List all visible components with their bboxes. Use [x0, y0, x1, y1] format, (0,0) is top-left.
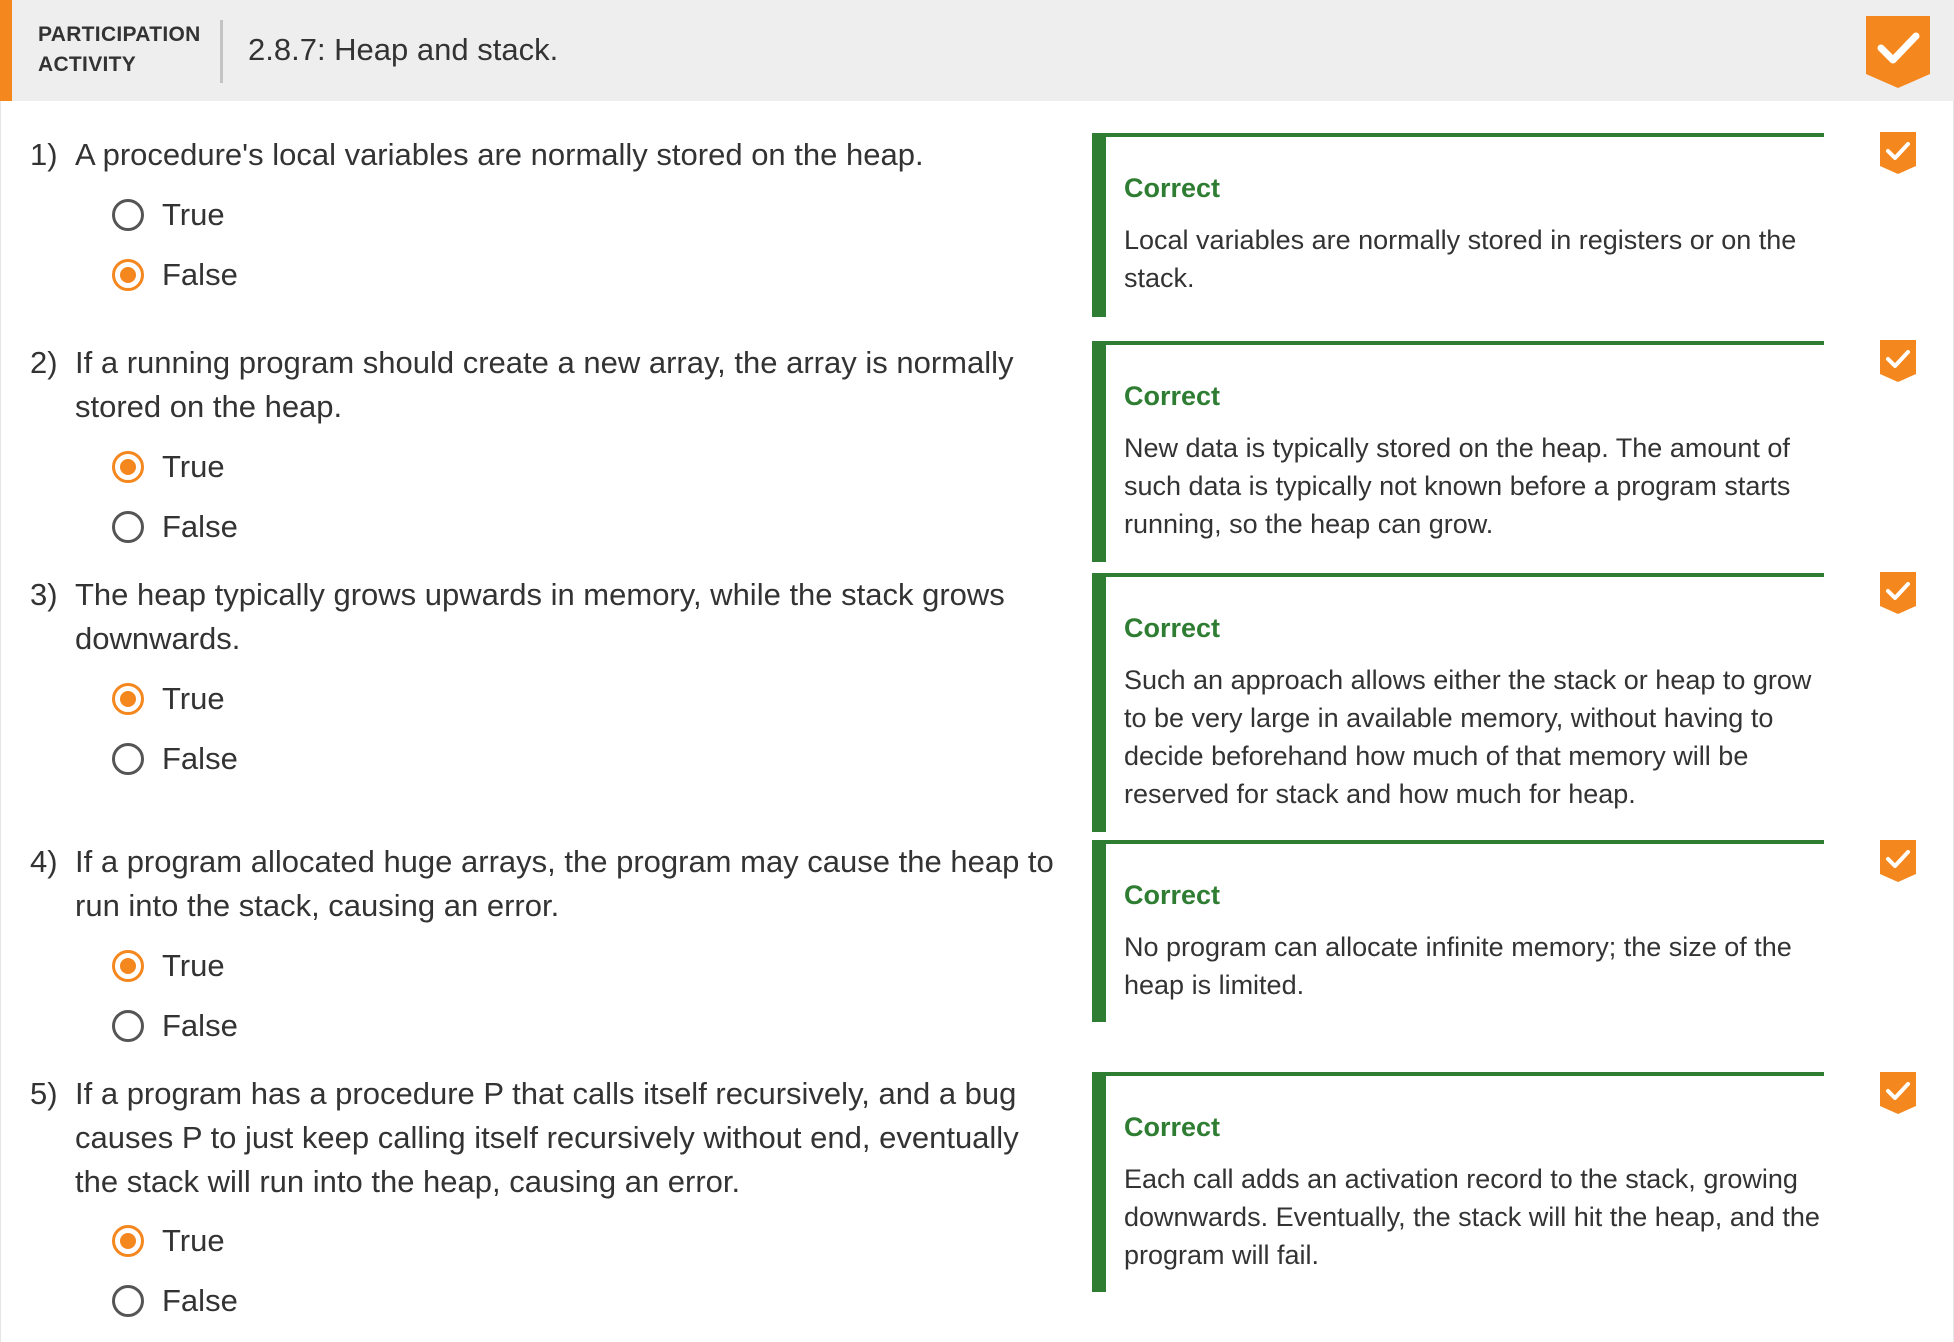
q4-option-false[interactable]: False: [112, 1004, 238, 1048]
q1-feedback-panel: Correct Local variables are normally sto…: [1092, 133, 1824, 317]
q3-option-true[interactable]: True: [112, 677, 225, 721]
question-text: The heap typically grows upwards in memo…: [75, 577, 1005, 656]
header-divider: [220, 20, 223, 83]
option-label: True: [162, 681, 225, 716]
q3-option-false[interactable]: False: [112, 737, 238, 781]
question-number: 5): [30, 1076, 58, 1111]
activity-header: PARTICIPATION ACTIVITY 2.8.7: Heap and s…: [0, 0, 1954, 101]
question-number: 3): [30, 577, 58, 612]
q2-feedback-panel: Correct New data is typically stored on …: [1092, 341, 1824, 562]
radio-button[interactable]: [112, 1285, 144, 1317]
radio-button-selected[interactable]: [112, 950, 144, 982]
question-number: 1): [30, 137, 58, 172]
radio-button-selected[interactable]: [112, 259, 144, 291]
feedback-title: Correct: [1124, 381, 1221, 411]
q4-feedback-panel: Correct No program can allocate infinite…: [1092, 840, 1824, 1022]
option-label: True: [162, 449, 225, 484]
radio-button[interactable]: [112, 511, 144, 543]
radio-button-selected[interactable]: [112, 683, 144, 715]
q1-option-false[interactable]: False: [112, 253, 238, 297]
activity-title: 2.8.7: Heap and stack.: [248, 32, 559, 67]
q3-feedback-panel: Correct Such an approach allows either t…: [1092, 573, 1824, 832]
feedback-title: Correct: [1124, 880, 1221, 910]
question-text: A procedure's local variables are normal…: [75, 137, 924, 172]
question-text: If a running program should create a new…: [75, 345, 1014, 424]
question-number: 2): [30, 345, 58, 380]
completion-check-icon: [1866, 16, 1930, 88]
option-label: False: [162, 741, 238, 776]
feedback-text: Local variables are normally stored in r…: [1124, 225, 1797, 293]
feedback-text: Each call adds an activation record to t…: [1124, 1164, 1820, 1270]
q5-option-false[interactable]: False: [112, 1279, 238, 1323]
q2-option-false[interactable]: False: [112, 505, 238, 549]
question-number: 4): [30, 844, 58, 879]
feedback-title: Correct: [1124, 173, 1221, 203]
header-accent-bar: [0, 0, 12, 101]
radio-button-selected[interactable]: [112, 1225, 144, 1257]
option-label: False: [162, 257, 238, 292]
option-label: False: [162, 509, 238, 544]
radio-button[interactable]: [112, 199, 144, 231]
q2-option-true[interactable]: True: [112, 445, 225, 489]
radio-button-selected[interactable]: [112, 451, 144, 483]
q5-feedback-panel: Correct Each call adds an activation rec…: [1092, 1072, 1824, 1292]
option-label: True: [162, 948, 225, 983]
feedback-text: New data is typically stored on the heap…: [1124, 433, 1791, 539]
option-label: False: [162, 1008, 238, 1043]
option-label: True: [162, 197, 225, 232]
q1-option-true[interactable]: True: [112, 193, 225, 237]
feedback-text: Such an approach allows either the stack…: [1124, 665, 1812, 809]
feedback-text: No program can allocate infinite memory;…: [1124, 932, 1792, 1000]
check-icon: [1880, 132, 1916, 174]
feedback-title: Correct: [1124, 613, 1221, 643]
q5-option-true[interactable]: True: [112, 1219, 225, 1263]
check-icon: [1880, 1072, 1916, 1114]
question-text: If a program has a procedure P that call…: [75, 1076, 1019, 1199]
radio-button[interactable]: [112, 1010, 144, 1042]
radio-button[interactable]: [112, 743, 144, 775]
check-icon: [1880, 572, 1916, 614]
q4-option-true[interactable]: True: [112, 944, 225, 988]
check-icon: [1880, 840, 1916, 882]
activity-type-label: PARTICIPATION ACTIVITY: [38, 23, 201, 76]
feedback-title: Correct: [1124, 1112, 1221, 1142]
question-text: If a program allocated huge arrays, the …: [75, 844, 1054, 923]
option-label: True: [162, 1223, 225, 1258]
option-label: False: [162, 1283, 238, 1318]
check-icon: [1880, 340, 1916, 382]
